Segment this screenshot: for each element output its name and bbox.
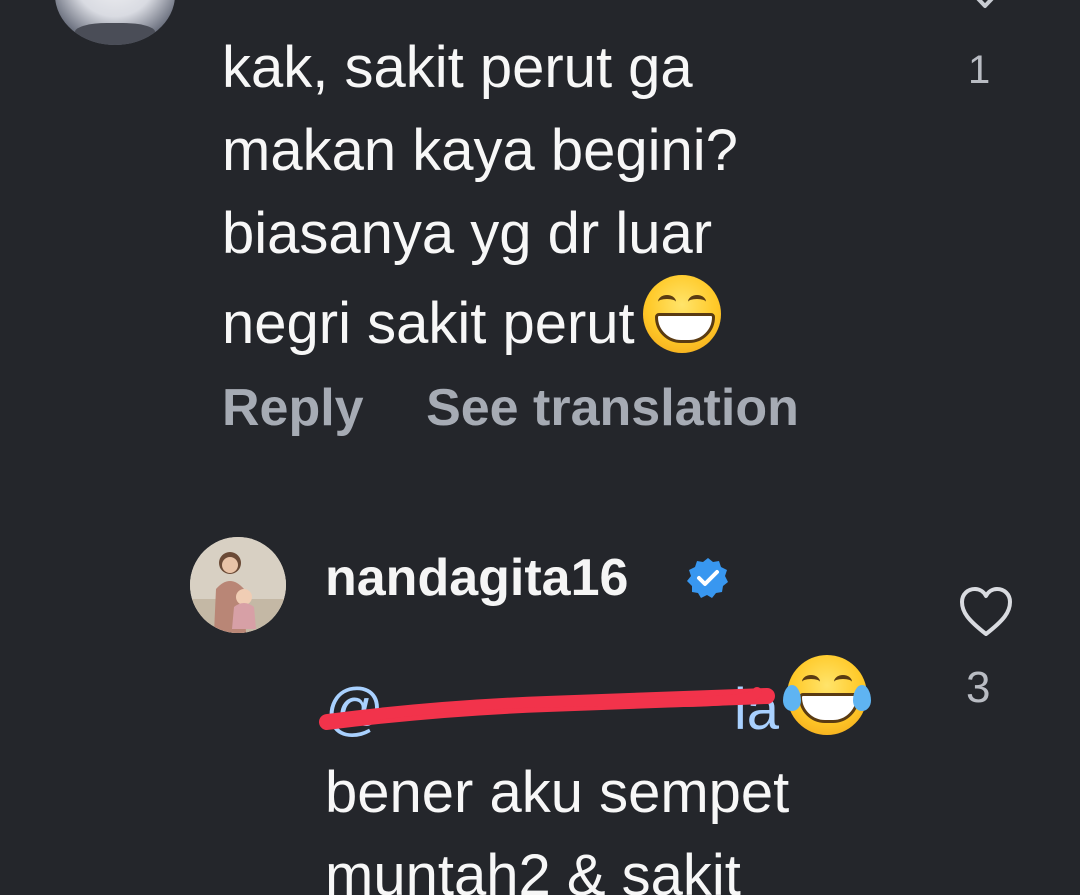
verified-badge-icon [687, 558, 728, 598]
comment-actions: Reply See translation [222, 378, 847, 438]
heart-icon[interactable] [958, 586, 1014, 638]
reply-line: muntah2 & sakit [325, 843, 741, 895]
reply-line: bener aku sempet [325, 760, 790, 825]
reply-button[interactable]: Reply [222, 378, 364, 438]
mention-tail: ia [733, 677, 780, 742]
reply-line-with-mention: @ ia [319, 655, 945, 751]
mention-link[interactable]: @ ia [319, 668, 780, 751]
see-translation-button[interactable]: See translation [426, 378, 799, 438]
comment-line-with-emoji: negri sakit perut [222, 275, 902, 365]
comments-screen: 1 kak, sakit perut ga makan kaya begini?… [0, 0, 1080, 895]
reply-text: @ ia bener aku sempet muntah2 & sakit [319, 655, 945, 895]
comment-line: negri sakit perut [222, 291, 635, 356]
grinning-face-with-smiling-eyes-icon [642, 275, 721, 353]
avatar[interactable] [55, 0, 175, 45]
profile-photo [190, 537, 286, 633]
mention-at: @ [325, 677, 384, 742]
comment-text: kak, sakit perut ga makan kaya begini? b… [222, 26, 902, 365]
avatar[interactable] [190, 537, 286, 633]
like-count: 3 [966, 666, 991, 706]
heart-icon[interactable] [962, 0, 1008, 18]
red-redaction-scribble [319, 687, 775, 730]
username[interactable]: nandagita16 [325, 548, 628, 608]
comment-line: kak, sakit perut ga [222, 35, 693, 100]
face-with-tears-of-joy-icon [783, 655, 872, 735]
like-count: 1 [968, 48, 991, 92]
comment-line: makan kaya begini? [222, 118, 738, 183]
comment-line: biasanya yg dr luar [222, 201, 713, 266]
